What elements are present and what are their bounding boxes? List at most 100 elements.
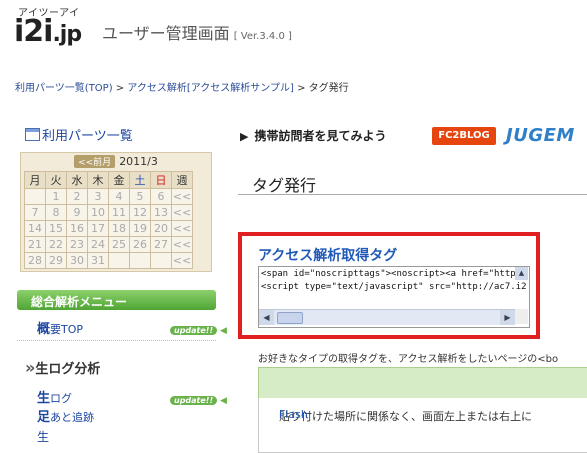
scroll-left-icon[interactable]: ◀ [259, 310, 274, 325]
code-line: <script type="text/javascript" src="http… [261, 282, 527, 292]
calendar-month: 2011/3 [119, 155, 158, 168]
weekday-thu: 木 [87, 171, 109, 189]
calendar-day: 17 [87, 220, 109, 237]
scrollbar-thumb[interactable] [277, 312, 303, 324]
nav-overview-label: 要TOP [50, 323, 84, 336]
calendar-day: 25 [108, 236, 130, 253]
nav-footprint-tracking[interactable]: 足あと追跡 [37, 406, 94, 425]
calendar-day [129, 252, 151, 269]
nav-overview-initial: 概 [37, 322, 51, 337]
nav-overview-top[interactable]: 概要TOP [37, 318, 83, 337]
calendar-week-row: 14 15 16 17 18 19 20 << [24, 220, 193, 237]
live-log-section-title: »生ログ分析 [25, 358, 100, 377]
nav-footprint-label: あと追跡 [50, 411, 95, 424]
nav-more-item[interactable]: 生 [37, 428, 49, 445]
calendar-weekday-row: 月 火 水 木 金 土 日 週 [24, 171, 193, 189]
calendar-day: 30 [66, 252, 88, 269]
scrollbar-corner [515, 309, 528, 324]
fc2blog-logo-link[interactable]: FC2BLOG [432, 127, 496, 145]
calendar-week-row: 21 22 23 24 25 26 27 << [24, 236, 193, 253]
live-log-section-label: 生ログ分析 [35, 362, 101, 377]
calendar-day: 27 [150, 236, 172, 253]
instructions-text: お好きなタイプの取得タグを、アクセス解析をしたいページの<bo [258, 354, 559, 365]
app-version: [ Ver.3.4.0 ] [233, 31, 292, 42]
breadcrumb: 利用パーツ一覧(TOP) > アクセス解析[アクセス解析サンプル] > タグ発行 [0, 62, 587, 108]
update-badge: update!! ◀ [170, 318, 227, 337]
nav-live-log-label: ログ [50, 392, 73, 405]
jugem-logo-link[interactable]: JUGEM [506, 125, 575, 146]
tag-type-header-band [258, 367, 587, 399]
logo[interactable]: i2i.jp [14, 14, 82, 49]
calendar-header: <<前月 2011/3 [21, 155, 211, 168]
triangle-right-icon: ▶ [240, 130, 249, 143]
weekday-week: 週 [171, 171, 193, 189]
calendar-day: 13 [150, 204, 172, 221]
logo-tld: .jp [52, 22, 82, 47]
calendar-day: 8 [45, 204, 67, 221]
arrow-left-icon: ◀ [217, 396, 227, 406]
analysis-menu-header: 総合解析メニュー [17, 290, 216, 310]
calendar-grid: 月 火 水 木 金 土 日 週 1 2 3 4 5 6 << 7 8 9 10 11 12 13 << 1… [24, 171, 193, 269]
quote-mark: » [25, 358, 36, 377]
calendar-day: 10 [87, 204, 109, 221]
arrow-left-icon: ◀ [217, 326, 227, 336]
mobile-visitors-link[interactable]: ▶ 携帯訪問者を見てみよう [240, 127, 386, 144]
calendar-day: 15 [45, 220, 67, 237]
mobile-visitors-label: 携帯訪問者を見てみよう [254, 129, 387, 143]
tag-type-row [258, 422, 587, 453]
calendar-week-row: 28 29 30 31 << [24, 252, 193, 269]
calendar-day: 19 [129, 220, 151, 237]
app-header: アイツーアイ i2i.jp ユーザー管理画面[ Ver.3.4.0 ] [0, 0, 587, 63]
calendar-day: 4 [108, 188, 130, 205]
calendar-day: 20 [150, 220, 172, 237]
breadcrumb-link-access[interactable]: アクセス解析[アクセス解析サンプル] [127, 83, 294, 94]
nav-footprint-initial: 足 [37, 410, 51, 425]
breadcrumb-link-top[interactable]: 利用パーツ一覧(TOP) [15, 83, 113, 94]
calendar-day: 21 [24, 236, 46, 253]
weekday-tue: 火 [45, 171, 67, 189]
calendar-day: 6 [150, 188, 172, 205]
update-badge-text: update!! [170, 326, 218, 335]
scroll-up-icon[interactable]: ▲ [515, 267, 528, 280]
prev-month-button[interactable]: <<前月 [74, 155, 116, 168]
breadcrumb-separator: > [293, 83, 309, 94]
weekday-sat: 土 [129, 171, 151, 189]
calendar-week-row: 7 8 9 10 11 12 13 << [24, 204, 193, 221]
update-badge: update!! ◀ [170, 388, 227, 407]
calendar-day: 1 [45, 188, 67, 205]
flash-text: Flash [279, 408, 308, 421]
analysis-menu-title: 総合解析メニュー [31, 295, 128, 309]
breadcrumb-current: タグ発行 [308, 83, 349, 94]
parts-list-link[interactable]: 利用パーツ一覧 [25, 125, 133, 144]
calendar-day [108, 252, 130, 269]
calendar-day: 3 [87, 188, 109, 205]
calendar-day: 16 [66, 220, 88, 237]
calendar-day: 31 [87, 252, 109, 269]
weekday-sun: 日 [150, 171, 172, 189]
logo-brand: i2i [14, 14, 53, 49]
page-title: タグ発行 [252, 176, 317, 195]
weekday-fri: 金 [108, 171, 130, 189]
nav-live-log[interactable]: 生ログ [37, 387, 72, 406]
app-title-text: ユーザー管理画面 [102, 24, 230, 43]
calendar-day: 7 [24, 204, 46, 221]
update-badge-text: update!! [170, 396, 218, 405]
weekday-mon: 月 [24, 171, 46, 189]
calendar-day: 22 [45, 236, 67, 253]
calendar-day: 11 [108, 204, 130, 221]
table-icon [25, 128, 40, 141]
calendar-day [24, 188, 46, 205]
calendar-week-link: << [171, 188, 193, 205]
calendar-day: 9 [66, 204, 88, 221]
nav-live-log-initial: 生 [37, 391, 51, 406]
calendar-week-link: << [171, 220, 193, 237]
code-line: <span id="noscripttags"><noscript><a hre… [261, 269, 516, 279]
scroll-right-icon[interactable]: ▶ [500, 310, 515, 325]
calendar-day: 23 [66, 236, 88, 253]
calendar-day: 24 [87, 236, 109, 253]
calendar-day: 26 [129, 236, 151, 253]
calendar: <<前月 2011/3 月 火 水 木 金 土 日 週 1 2 3 4 5 6 << 7891… [20, 152, 212, 272]
horizontal-scrollbar[interactable]: ◀ ▶ [259, 309, 515, 325]
page-heading: タグ発行 [238, 166, 587, 195]
calendar-week-row: 1 2 3 4 5 6 << [24, 188, 193, 205]
